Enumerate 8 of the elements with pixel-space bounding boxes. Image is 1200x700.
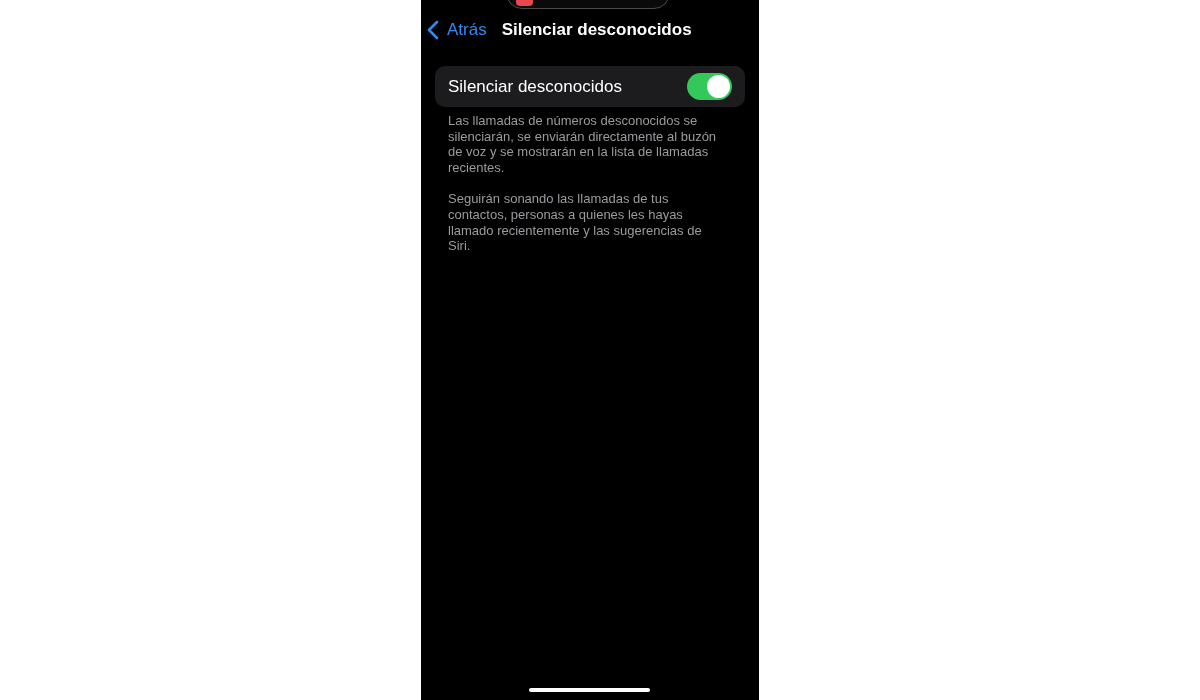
toggle-switch[interactable] (687, 73, 732, 100)
footer-text: Seguirán sonando las llamadas de tus contactos, personas a quienes les hayas llamado recientemente y las sugerencias de Siri. (448, 191, 703, 254)
back-button[interactable]: Atrás (427, 17, 487, 43)
footer-text: Las llamadas de números desconocidos se silenciarán, se enviarán directamente al buzón de voz y se mostrarán en la lista de llamadas recientes. (448, 113, 718, 176)
back-chevron-icon (427, 20, 439, 40)
setting-label: Silenciar desconocidos (448, 75, 622, 98)
page-title: Silenciar desconocidos (501, 19, 692, 42)
toggle-knob (707, 75, 730, 98)
